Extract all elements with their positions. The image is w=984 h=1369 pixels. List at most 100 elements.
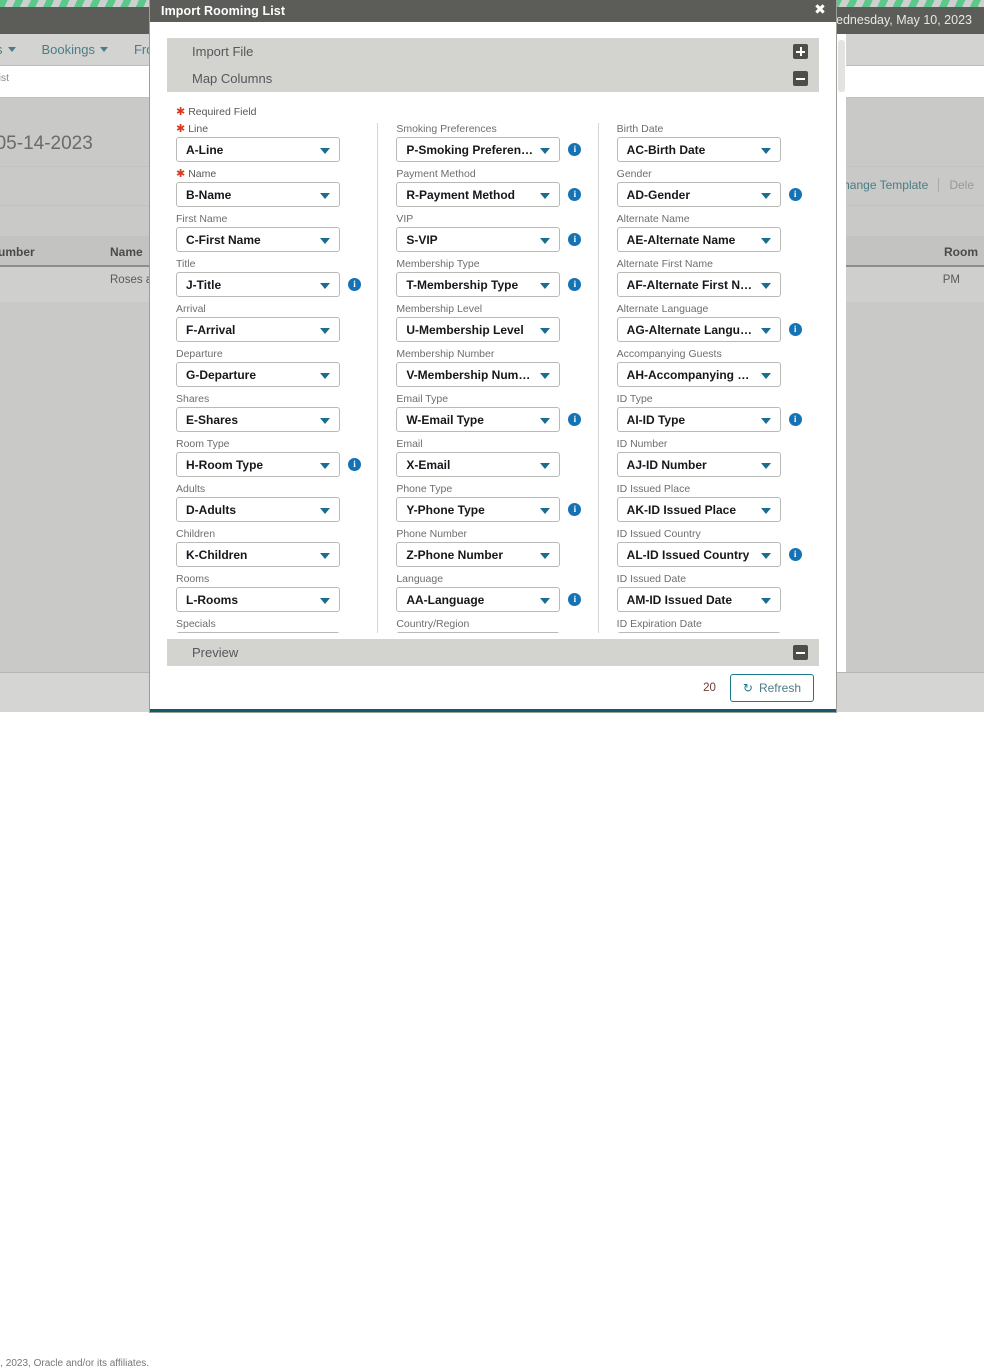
info-icon[interactable]: i	[789, 188, 802, 201]
select-membership-level[interactable]: U-Membership Level	[396, 317, 560, 342]
field-children: ChildrenK-Children	[176, 528, 363, 567]
select-id-issued-country[interactable]: AL-ID Issued Country	[617, 542, 781, 567]
select-alternate-language[interactable]: AG-Alternate Language	[617, 317, 781, 342]
field-label-membership-type: Membership Type	[396, 258, 583, 270]
select-name[interactable]: B-Name	[176, 182, 340, 207]
field-row: A-Line	[176, 137, 363, 162]
select-first-name[interactable]: C-First Name	[176, 227, 340, 252]
select-birth-date[interactable]: AC-Birth Date	[617, 137, 781, 162]
select-phone-type[interactable]: Y-Phone Type	[396, 497, 560, 522]
info-icon[interactable]: i	[789, 323, 802, 336]
expand-icon[interactable]	[793, 44, 808, 59]
select-alternate-first-name[interactable]: AF-Alternate First Name	[617, 272, 781, 297]
select-id-number[interactable]: AJ-ID Number	[617, 452, 781, 477]
collapse-icon[interactable]	[793, 71, 808, 86]
info-icon[interactable]: i	[348, 278, 361, 291]
select-gender[interactable]: AD-Gender	[617, 182, 781, 207]
label-text: Specials	[176, 618, 216, 630]
info-icon-placeholder	[789, 278, 802, 291]
import-rooming-list-dialog: Import Rooming List ✖ Import File Map Co…	[150, 0, 836, 712]
label-text: VIP	[396, 213, 413, 225]
info-icon[interactable]: i	[789, 548, 802, 561]
info-icon[interactable]: i	[348, 458, 361, 471]
select-alternate-name[interactable]: AE-Alternate Name	[617, 227, 781, 252]
select-accompanying-guests[interactable]: AH-Accompanying Guests	[617, 362, 781, 387]
select-id-issued-place[interactable]: AK-ID Issued Place	[617, 497, 781, 522]
label-text: Membership Type	[396, 258, 479, 270]
info-icon-placeholder	[568, 548, 581, 561]
select-email-type[interactable]: W-Email Type	[396, 407, 560, 432]
select-membership-type[interactable]: T-Membership Type	[396, 272, 560, 297]
info-icon[interactable]: i	[568, 413, 581, 426]
select-value: AH-Accompanying Guests	[627, 368, 756, 382]
info-icon-placeholder	[348, 323, 361, 336]
select-value: W-Email Type	[406, 413, 484, 427]
select-payment-method[interactable]: R-Payment Method	[396, 182, 560, 207]
select-room-type[interactable]: H-Room Type	[176, 452, 340, 477]
select-email[interactable]: X-Email	[396, 452, 560, 477]
field-phone-number: Phone NumberZ-Phone Number	[396, 528, 583, 567]
select-smoking-preferences[interactable]: P-Smoking Preferences	[396, 137, 560, 162]
select-membership-number[interactable]: V-Membership Number	[396, 362, 560, 387]
label-text: Title	[176, 258, 195, 270]
field-label-specials: Specials	[176, 618, 363, 630]
select-id-type[interactable]: AI-ID Type	[617, 407, 781, 432]
info-icon[interactable]: i	[568, 503, 581, 516]
refresh-button[interactable]: ↻ Refresh	[730, 674, 814, 702]
label-text: Adults	[176, 483, 205, 495]
select-vip[interactable]: S-VIP	[396, 227, 560, 252]
required-field-label: Required Field	[188, 106, 256, 118]
select-adults[interactable]: D-Adults	[176, 497, 340, 522]
info-icon[interactable]: i	[789, 413, 802, 426]
select-value: AC-Birth Date	[627, 143, 706, 157]
select-language[interactable]: AA-Language	[396, 587, 560, 612]
info-icon-placeholder	[348, 593, 361, 606]
field-id-type: ID Type AI-ID Type i	[617, 393, 804, 432]
field-row: AL-ID Issued Country i	[617, 542, 804, 567]
info-icon[interactable]: i	[568, 593, 581, 606]
select-arrival[interactable]: F-Arrival	[176, 317, 340, 342]
vertical-scrollbar[interactable]	[838, 40, 845, 92]
select-rooms[interactable]: L-Rooms	[176, 587, 340, 612]
select-id-issued-date[interactable]: AM-ID Issued Date	[617, 587, 781, 612]
select-title[interactable]: J-Title	[176, 272, 340, 297]
field-accompanying-guests: Accompanying GuestsAH-Accompanying Guest…	[617, 348, 804, 387]
field-label-id-type: ID Type	[617, 393, 804, 405]
field-id-expiration-date: ID Expiration DateAN-ID Expiration Date	[617, 618, 804, 633]
select-value: AJ-ID Number	[627, 458, 707, 472]
field-row: E-Shares	[176, 407, 363, 432]
info-icon[interactable]: i	[568, 233, 581, 246]
select-departure[interactable]: G-Departure	[176, 362, 340, 387]
nav-item-bookings[interactable]: Bookings	[42, 42, 108, 57]
section-header-import-file[interactable]: Import File	[167, 38, 819, 65]
field-label-departure: Departure	[176, 348, 363, 360]
select-line[interactable]: A-Line	[176, 137, 340, 162]
info-icon[interactable]: i	[568, 188, 581, 201]
field-row: AH-Accompanying Guests	[617, 362, 804, 387]
section-header-map-columns[interactable]: Map Columns	[167, 65, 819, 92]
column-1: ✱LineA-Line✱NameB-NameFirst NameC-First …	[168, 123, 377, 633]
info-icon[interactable]: i	[568, 143, 581, 156]
nav-item-reservations[interactable]: s	[0, 42, 16, 57]
field-label-first-name: First Name	[176, 213, 363, 225]
select-id-expiration-date[interactable]: AN-ID Expiration Date	[617, 632, 781, 633]
select-shares[interactable]: E-Shares	[176, 407, 340, 432]
close-icon[interactable]: ✖	[812, 3, 828, 19]
select-value: R-Payment Method	[406, 188, 515, 202]
field-row: AN-ID Expiration Date	[617, 632, 804, 633]
chevron-down-icon	[320, 328, 330, 334]
field-membership-number: Membership NumberV-Membership Number	[396, 348, 583, 387]
section-title: Import File	[192, 44, 253, 59]
nav-item-label: Bookings	[42, 42, 95, 57]
select-phone-number[interactable]: Z-Phone Number	[396, 542, 560, 567]
info-icon-placeholder	[348, 143, 361, 156]
section-header-preview[interactable]: Preview	[167, 639, 819, 666]
select-children[interactable]: K-Children	[176, 542, 340, 567]
toolbar-link-delete[interactable]: Dele	[939, 178, 984, 192]
table-column-header-room: Room	[944, 245, 978, 259]
collapse-icon[interactable]	[793, 645, 808, 660]
select-country-region[interactable]: AP-Country/Region	[396, 632, 560, 633]
chevron-down-icon	[540, 148, 550, 154]
info-icon[interactable]: i	[568, 278, 581, 291]
select-specials[interactable]: N-Specials	[176, 632, 340, 633]
